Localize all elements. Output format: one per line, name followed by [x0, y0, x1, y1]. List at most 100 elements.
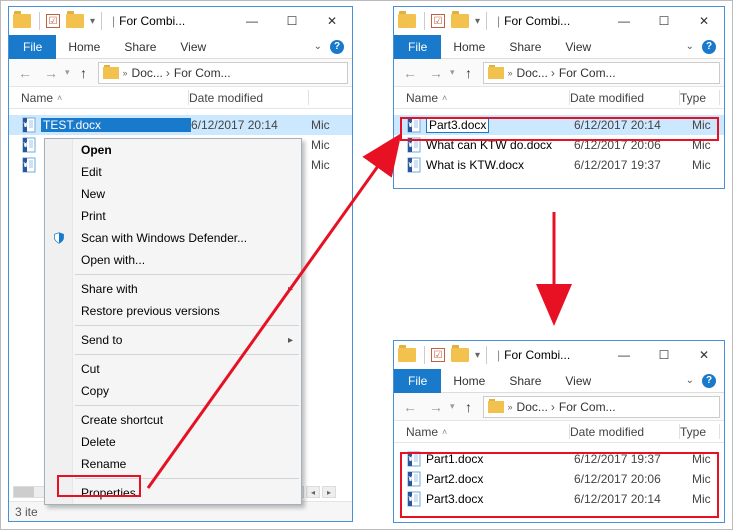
- breadcrumb-part[interactable]: Doc...: [517, 400, 555, 414]
- nav-history-icon[interactable]: ▾: [450, 67, 455, 78]
- nav-forward-icon[interactable]: →: [39, 61, 63, 85]
- menu-view[interactable]: View: [553, 369, 603, 393]
- menu-share[interactable]: Share: [497, 35, 553, 59]
- help-icon[interactable]: ?: [330, 40, 344, 54]
- qat-properties-icon[interactable]: ☑: [431, 14, 445, 28]
- titlebar[interactable]: ☑ ▾ | For Combi... — ☐ ✕: [394, 7, 724, 35]
- minimize-button[interactable]: —: [232, 7, 272, 35]
- breadcrumb-chevron-icon[interactable]: »: [508, 68, 513, 78]
- nav-forward-icon[interactable]: →: [424, 395, 448, 419]
- nav-history-icon[interactable]: ▾: [65, 67, 70, 78]
- ctx-delete[interactable]: Delete: [45, 431, 301, 453]
- qat-dropdown-icon[interactable]: ▾: [475, 16, 480, 27]
- breadcrumb[interactable]: » Doc... For Com...: [98, 62, 348, 84]
- ctx-edit[interactable]: Edit: [45, 161, 301, 183]
- list-item[interactable]: Part3.docx 6/12/2017 20:14 Mic: [394, 115, 724, 135]
- ctx-open[interactable]: Open: [45, 139, 301, 161]
- breadcrumb-chevron-icon[interactable]: »: [123, 68, 128, 78]
- qat-folder-icon[interactable]: [451, 348, 469, 362]
- nav-back-icon[interactable]: ←: [13, 61, 37, 85]
- list-item[interactable]: TEST.docx 6/12/2017 20:14 Mic: [9, 115, 352, 135]
- qat-folder-icon[interactable]: [451, 14, 469, 28]
- scroll-left-icon[interactable]: ◂: [306, 486, 320, 498]
- qat-dropdown-icon[interactable]: ▾: [90, 16, 95, 27]
- titlebar[interactable]: ☑ ▾ | For Combi... — ☐ ✕: [9, 7, 352, 35]
- column-type[interactable]: Type: [680, 87, 720, 108]
- ribbon-expand-icon[interactable]: ⌄: [686, 41, 694, 52]
- nav-history-icon[interactable]: ▾: [450, 401, 455, 412]
- column-date[interactable]: Date modified: [189, 87, 309, 108]
- breadcrumb-part[interactable]: For Com...: [559, 66, 616, 80]
- ctx-properties[interactable]: Properties: [45, 482, 301, 504]
- explorer-window-2: ☑ ▾ | For Combi... — ☐ ✕ File Home Share…: [393, 6, 725, 189]
- ctx-rename[interactable]: Rename: [45, 453, 301, 475]
- breadcrumb-part[interactable]: Doc...: [132, 66, 170, 80]
- breadcrumb-part[interactable]: For Com...: [559, 400, 616, 414]
- ctx-print[interactable]: Print: [45, 205, 301, 227]
- ctx-defender[interactable]: Scan with Windows Defender...: [45, 227, 301, 249]
- ctx-new[interactable]: New: [45, 183, 301, 205]
- list-item[interactable]: What can KTW do.docx 6/12/2017 20:06 Mic: [394, 135, 724, 155]
- menu-view[interactable]: View: [168, 35, 218, 59]
- menu-file[interactable]: File: [9, 35, 56, 59]
- qat-properties-icon[interactable]: ☑: [46, 14, 60, 28]
- ctx-sharewith[interactable]: Share with: [45, 278, 301, 300]
- ctx-restore[interactable]: Restore previous versions: [45, 300, 301, 322]
- minimize-button[interactable]: —: [604, 7, 644, 35]
- column-name[interactable]: Name˄: [406, 87, 570, 108]
- nav-up-icon[interactable]: ↑: [457, 61, 481, 85]
- breadcrumb-folder-icon: [488, 67, 504, 79]
- qat-folder-icon[interactable]: [66, 14, 84, 28]
- list-item[interactable]: What is KTW.docx 6/12/2017 19:37 Mic: [394, 155, 724, 175]
- ctx-openwith[interactable]: Open with...: [45, 249, 301, 271]
- qat-properties-icon[interactable]: ☑: [431, 348, 445, 362]
- qat-dropdown-icon[interactable]: ▾: [475, 350, 480, 361]
- nav-forward-icon[interactable]: →: [424, 61, 448, 85]
- column-date[interactable]: Date modified: [570, 87, 680, 108]
- menu-view[interactable]: View: [553, 35, 603, 59]
- titlebar[interactable]: ☑ ▾ | For Combi... — ☐ ✕: [394, 341, 724, 369]
- nav-up-icon[interactable]: ↑: [72, 61, 96, 85]
- column-name[interactable]: Name˄: [21, 87, 189, 108]
- column-type[interactable]: Type: [680, 421, 720, 442]
- ribbon-expand-icon[interactable]: ⌄: [314, 41, 322, 52]
- nav-back-icon[interactable]: ←: [398, 61, 422, 85]
- menu-home[interactable]: Home: [441, 35, 497, 59]
- list-item[interactable]: Part1.docx 6/12/2017 19:37 Mic: [394, 449, 724, 469]
- scrollbar-thumb[interactable]: [14, 487, 34, 497]
- help-icon[interactable]: ?: [702, 40, 716, 54]
- list-item[interactable]: Part2.docx 6/12/2017 20:06 Mic: [394, 469, 724, 489]
- list-item[interactable]: Part3.docx 6/12/2017 20:14 Mic: [394, 489, 724, 509]
- minimize-button[interactable]: —: [604, 341, 644, 369]
- breadcrumb[interactable]: » Doc... For Com...: [483, 62, 720, 84]
- breadcrumb-chevron-icon[interactable]: »: [508, 402, 513, 412]
- menu-file[interactable]: File: [394, 369, 441, 393]
- breadcrumb-part[interactable]: Doc...: [517, 66, 555, 80]
- word-doc-icon: [406, 117, 422, 133]
- column-date[interactable]: Date modified: [570, 421, 680, 442]
- maximize-button[interactable]: ☐: [272, 7, 312, 35]
- maximize-button[interactable]: ☐: [644, 7, 684, 35]
- menu-file[interactable]: File: [394, 35, 441, 59]
- menu-share[interactable]: Share: [497, 369, 553, 393]
- ctx-cut[interactable]: Cut: [45, 358, 301, 380]
- ribbon-expand-icon[interactable]: ⌄: [686, 375, 694, 386]
- breadcrumb-part[interactable]: For Com...: [174, 66, 231, 80]
- menu-home[interactable]: Home: [56, 35, 112, 59]
- ctx-copy[interactable]: Copy: [45, 380, 301, 402]
- rename-input[interactable]: Part3.docx: [426, 117, 489, 133]
- help-icon[interactable]: ?: [702, 374, 716, 388]
- scroll-right-icon[interactable]: ▸: [322, 486, 336, 498]
- breadcrumb[interactable]: » Doc... For Com...: [483, 396, 720, 418]
- nav-back-icon[interactable]: ←: [398, 395, 422, 419]
- close-button[interactable]: ✕: [684, 7, 724, 35]
- nav-up-icon[interactable]: ↑: [457, 395, 481, 419]
- ctx-shortcut[interactable]: Create shortcut: [45, 409, 301, 431]
- column-name[interactable]: Name˄: [406, 421, 570, 442]
- menu-home[interactable]: Home: [441, 369, 497, 393]
- close-button[interactable]: ✕: [684, 341, 724, 369]
- close-button[interactable]: ✕: [312, 7, 352, 35]
- maximize-button[interactable]: ☐: [644, 341, 684, 369]
- menu-share[interactable]: Share: [112, 35, 168, 59]
- ctx-sendto[interactable]: Send to: [45, 329, 301, 351]
